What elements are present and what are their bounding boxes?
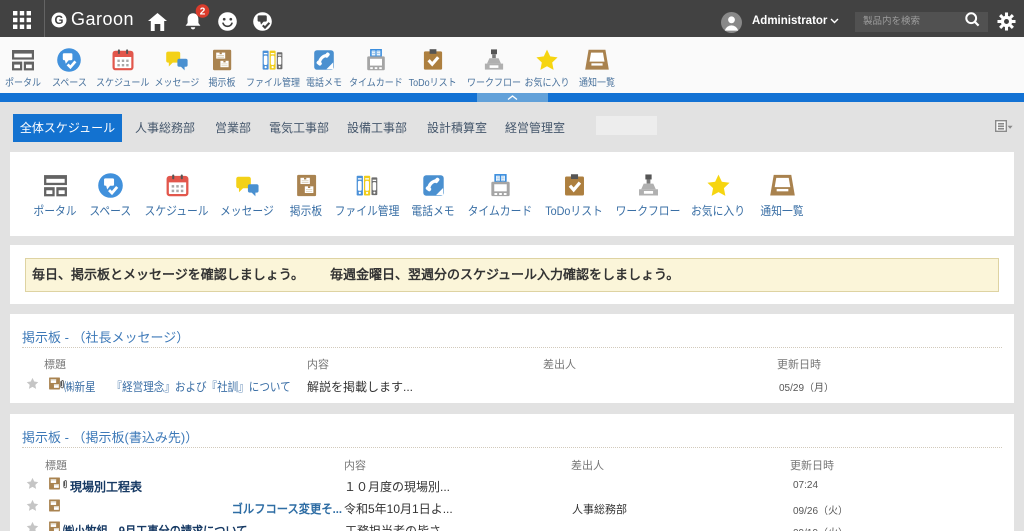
svg-text:2: 2 <box>200 7 206 18</box>
svg-text:G: G <box>55 15 64 27</box>
